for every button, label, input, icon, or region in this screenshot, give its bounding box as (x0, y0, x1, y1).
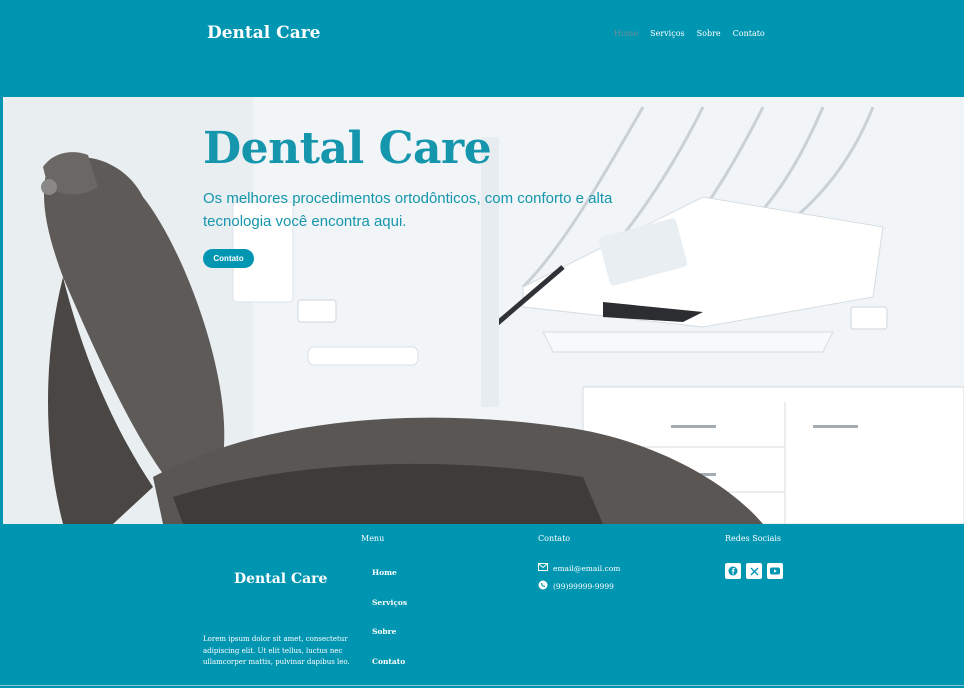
youtube-icon[interactable] (767, 563, 783, 579)
envelope-icon (538, 563, 548, 573)
footer-phone-text: (99)99999-9999 (553, 581, 614, 591)
footer-email-text: email@email.com (553, 563, 621, 573)
footer-email[interactable]: email@email.com (538, 563, 620, 573)
social-links (725, 563, 783, 579)
site-footer: Dental Care Lorem ipsum dolor sit amet, … (0, 524, 964, 688)
footer-logo[interactable]: Dental Care (234, 571, 327, 587)
footer-phone[interactable]: (99)99999-9999 (538, 580, 614, 592)
footer-divider (0, 685, 964, 686)
whatsapp-icon (538, 580, 548, 592)
footer-menu-heading: Menu (361, 534, 385, 543)
footer-menu-sobre[interactable]: Sobre (372, 627, 396, 636)
hero-subtitle: Os melhores procedimentos ortodônticos, … (203, 190, 613, 230)
nav-contato[interactable]: Contato (733, 29, 765, 38)
nav-home[interactable]: Home (614, 29, 638, 38)
site-logo[interactable]: Dental Care (207, 23, 320, 43)
hero-title: Dental Care (203, 123, 492, 174)
hero-section: Dental Care Os melhores procedimentos or… (3, 97, 964, 524)
nav-servicos[interactable]: Serviços (650, 29, 685, 38)
footer-contact-heading: Contato (538, 534, 571, 543)
footer-social-heading: Redes Sociais (725, 534, 782, 543)
main-nav: Home Serviços Sobre Contato (614, 29, 777, 38)
footer-about-text: Lorem ipsum dolor sit amet, consectetur … (203, 635, 350, 666)
facebook-icon[interactable] (725, 563, 741, 579)
footer-menu-servicos[interactable]: Serviços (372, 598, 407, 607)
footer-menu-home[interactable]: Home (372, 568, 397, 577)
nav-sobre[interactable]: Sobre (697, 29, 721, 38)
footer-menu-contato[interactable]: Contato (372, 657, 405, 666)
hero-contact-button[interactable]: Contato (203, 249, 254, 268)
site-header: Dental Care Home Serviços Sobre Contato (0, 0, 964, 97)
x-icon[interactable] (746, 563, 762, 579)
